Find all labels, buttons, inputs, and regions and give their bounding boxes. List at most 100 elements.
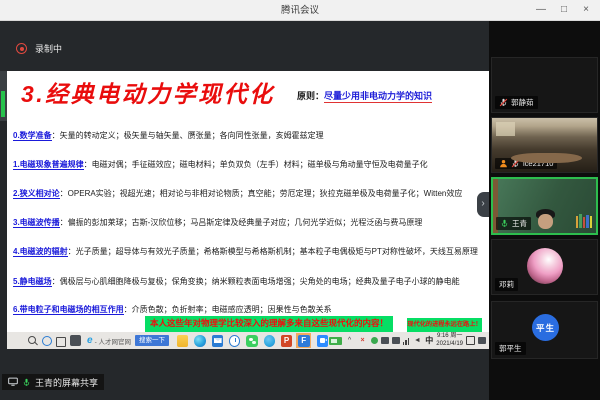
browser-icon[interactable] <box>194 335 205 347</box>
person-icon <box>499 159 508 168</box>
tray-extra-icon[interactable] <box>478 337 486 344</box>
slide-highlight-1: 本人这些年对物理学比较深入的理解多来自这些现代化的内容！ <box>145 316 393 332</box>
network-icon[interactable] <box>403 337 410 345</box>
printer-icon[interactable] <box>381 337 389 344</box>
principle-text: 尽量少用非电动力学的知识 <box>324 91 432 103</box>
task-view-icon[interactable] <box>54 335 68 347</box>
principle-label: 原则： <box>297 91 324 101</box>
slide-line-0: 0.数学准备：矢量的转动定义；极矢量与轴矢量、赝张量；各向同性张量，亥姆霍兹定理 <box>13 130 324 141</box>
tray-green-icon[interactable] <box>371 337 378 344</box>
mic-tray-icon[interactable] <box>392 337 400 344</box>
meeting-app-icon[interactable] <box>317 335 328 347</box>
initials-avatar: 平生 <box>532 314 559 341</box>
slide-highlight-2: 现代化的进程永远在路上！ <box>407 318 482 332</box>
line-5-body: ：偶极层与心肌细胞降极与复极；保角变换；纳米颗粒表面电场增强；尖角处的电场；经典… <box>52 277 460 286</box>
slide-line-1: 1.电磁现象普遍规律：电磁对偶；手征磁效应；磁电材料；单负双负（左手）材料；磁单… <box>13 159 428 170</box>
flower-avatar <box>527 248 563 284</box>
recording-indicator[interactable]: 录制中 <box>16 42 62 55</box>
line-2-body: ：OPERA实验；视超光速；相对论与非相对论物质；真空能；劳厄定理；狄拉克磁单极… <box>60 189 463 198</box>
shared-screen-slide: 3.经典电动力学现代化 原则：尽量少用非电动力学的知识 0.数学准备：矢量的转动… <box>7 71 489 332</box>
mail-icon[interactable] <box>212 335 223 347</box>
clock-app-icon[interactable] <box>229 335 240 347</box>
file-explorer-icon[interactable] <box>177 335 188 347</box>
participant-tile-wangqing-active[interactable]: 王青 <box>491 177 598 235</box>
mic-active-icon <box>22 378 31 387</box>
line-6-body: ：介质色散；负折射率；电磁感应透明；因果性与色散关系 <box>124 305 332 314</box>
slide-left-scroll-strip <box>0 71 7 121</box>
slide-title: 3.经典电动力学现代化 <box>21 75 275 109</box>
maximize-button[interactable]: □ <box>553 0 575 21</box>
powerpoint-icon[interactable]: P <box>281 335 292 347</box>
recording-label: 录制中 <box>35 42 62 55</box>
cortana-icon[interactable] <box>40 335 54 347</box>
mic-muted-icon <box>499 98 508 107</box>
search-icon[interactable] <box>25 335 40 347</box>
line-5-header: 5.静电磁场 <box>13 277 52 287</box>
pinned-app-icon[interactable] <box>70 335 81 346</box>
qq-tim-icon[interactable] <box>264 335 275 347</box>
slide-line-4: 4.电磁波的辐射：光子质量；超导体与有效光子质量；希格斯模型与希格斯机制；基本粒… <box>13 246 478 257</box>
window-titlebar: 腾讯会议 — □ × <box>0 0 600 21</box>
participant-name: 郭静茹 <box>511 97 534 108</box>
start-button-icon[interactable] <box>10 335 25 347</box>
hidden-icons-chevron[interactable]: ^ <box>345 336 355 346</box>
tray-time: 9:16 周一 <box>437 333 462 339</box>
wechat-icon[interactable] <box>246 335 257 347</box>
participant-name: 王青 <box>512 218 527 229</box>
slide-line-3: 3.电磁波传播：偏振的彭加莱球；古斯-汉欣位移；马吕斯定律及经典量子对应；几何光… <box>13 217 422 228</box>
participant-tile-ice21710[interactable]: ice21710 <box>491 117 598 173</box>
bookshelf <box>576 214 593 228</box>
tray-date: 2021/4/19 <box>436 341 463 347</box>
mic-muted-icon <box>511 159 520 168</box>
ime-indicator[interactable]: 中 <box>425 335 433 346</box>
tencent-meeting-window: 腾讯会议 — □ × 录制中 3.经典电动力学现代化 原则：尽量少用非电动力学的… <box>0 0 600 400</box>
tray-error-icon[interactable]: × <box>358 336 368 346</box>
participants-sidebar: 郭静茹 ice21710 王青 邓莉 <box>489 21 600 400</box>
participant-tile-guojingru[interactable]: 郭静茹 <box>491 57 598 113</box>
line-4-header: 4.电磁波的辐射 <box>13 247 68 257</box>
action-center-icon[interactable] <box>466 336 475 345</box>
foxit-icon: F <box>298 335 310 347</box>
participant-name: ice21710 <box>523 159 553 168</box>
participant-name: 郭平生 <box>499 343 522 354</box>
participant-label: 王青 <box>496 217 531 230</box>
minimize-button[interactable]: — <box>530 0 552 21</box>
slide-line-5: 5.静电磁场：偶极层与心肌细胞降极与复极；保角变换；纳米颗粒表面电场增强；尖角处… <box>13 276 460 287</box>
participant-label: 郭静茹 <box>495 96 538 109</box>
participant-label: 邓莉 <box>495 278 518 291</box>
slide-line-6: 6.带电粒子和电磁场的相互作用：介质色散；负折射率；电磁感应透明；因果性与色散关… <box>13 304 332 315</box>
tray-clock[interactable]: 9:16 周一 2021/4/19 <box>436 333 463 348</box>
line-6-header: 6.带电粒子和电磁场的相互作用 <box>13 305 124 315</box>
taskbar-search-button[interactable]: 搜索一下 <box>135 335 169 346</box>
system-tray: ^ × ◄ 中 9:16 周一 2021/4/19 <box>329 333 486 348</box>
line-4-body: ：光子质量；超导体与有效光子质量；希格斯模型与希格斯机制；基本粒子电偶极矩与PT… <box>68 247 478 256</box>
sidebar-collapse-button[interactable]: › <box>477 192 489 217</box>
line-3-body: ：偏振的彭加莱球；古斯-汉欣位移；马吕斯定律及经典量子对应；几何光学近似；光程泛… <box>60 218 423 227</box>
line-0-header: 0.数学准备 <box>13 131 52 141</box>
active-app-highlight[interactable]: F <box>296 333 311 348</box>
ie-site-label: - 人才网官网 <box>95 336 131 346</box>
slide-line-2: 2.狭义相对论：OPERA实验；视超光速；相对论与非相对论物质；真空能；劳厄定理… <box>13 188 462 199</box>
participant-name: 邓莉 <box>499 279 514 290</box>
participant-label: ice21710 <box>495 158 557 169</box>
line-2-header: 2.狭义相对论 <box>13 189 60 199</box>
share-banner-text: 王青的屏幕共享 <box>35 376 98 389</box>
screen-share-banner[interactable]: 王青的屏幕共享 <box>2 374 104 390</box>
window-title: 腾讯会议 <box>0 0 600 21</box>
participant-tile-dengli[interactable]: 邓莉 <box>491 239 598 295</box>
line-3-header: 3.电磁波传播 <box>13 218 60 228</box>
participant-tile-guopingsheng[interactable]: 平生 郭平生 <box>491 301 598 359</box>
slide-principle: 原则：尽量少用非电动力学的知识 <box>297 89 432 102</box>
volume-icon[interactable]: ◄ <box>412 336 422 346</box>
mic-active-icon <box>500 219 509 228</box>
line-1-header: 1.电磁现象普遍规律 <box>13 160 84 170</box>
participant-label: 郭平生 <box>495 342 526 355</box>
screen-share-icon <box>8 377 18 387</box>
line-0-body: ：矢量的转动定义；极矢量与轴矢量、赝张量；各向同性张量，亥姆霍兹定理 <box>52 131 324 140</box>
ie-icon[interactable]: e <box>87 335 93 346</box>
scroll-thumb[interactable] <box>1 91 5 117</box>
line-1-body: ：电磁对偶；手征磁效应；磁电材料；单负双负（左手）材料；磁单极与角动量守恒及电荷… <box>84 160 428 169</box>
close-button[interactable]: × <box>575 0 597 21</box>
battery-icon[interactable] <box>329 337 342 345</box>
recording-dot-icon <box>16 43 27 54</box>
